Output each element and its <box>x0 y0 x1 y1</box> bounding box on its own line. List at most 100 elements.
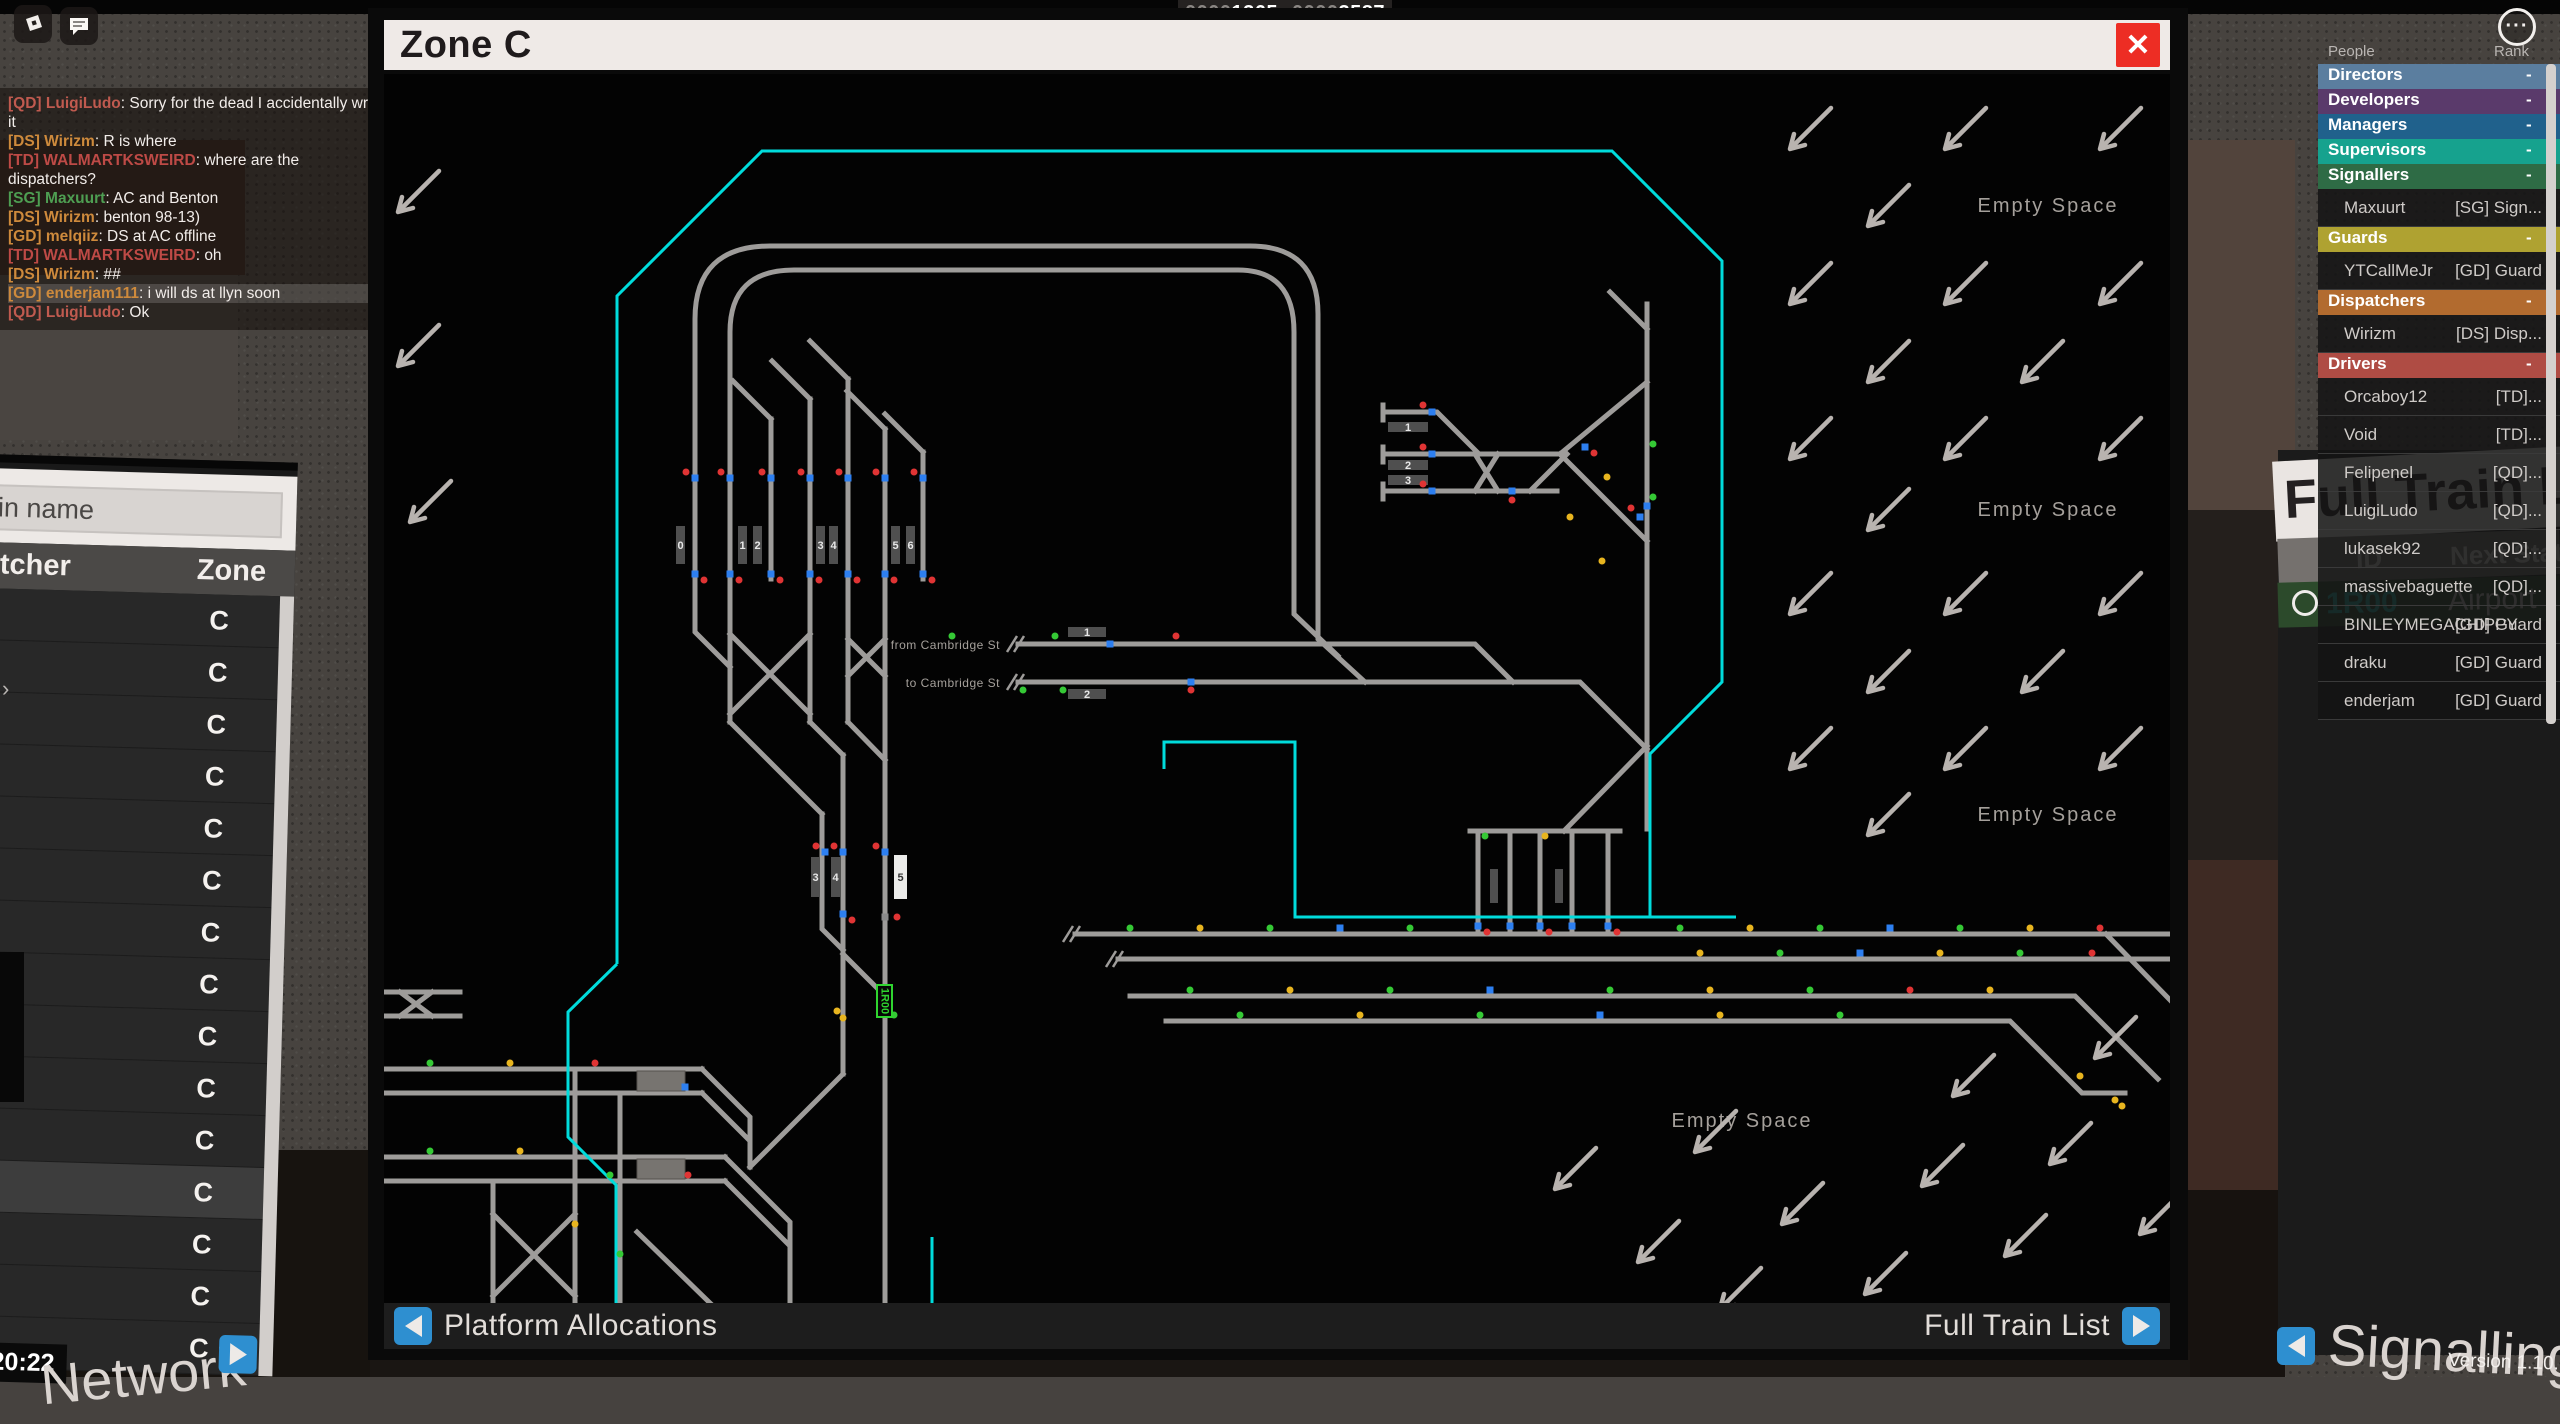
signal-yellow[interactable] <box>834 1008 841 1015</box>
dispatcher-zone-row[interactable]: C <box>0 742 276 804</box>
full-train-list-button[interactable] <box>2122 1307 2160 1345</box>
player-category-row[interactable]: Signallers- <box>2318 164 2560 189</box>
signal-red[interactable] <box>836 469 843 476</box>
signal-yellow[interactable] <box>1604 474 1611 481</box>
signal-red[interactable] <box>1188 687 1195 694</box>
dispatcher-zone-row[interactable]: C <box>0 1002 268 1064</box>
berth-marker[interactable] <box>807 571 814 578</box>
berth-marker[interactable] <box>1887 925 1894 932</box>
track-diagram-canvas[interactable]: 0123456345123121R00Empty SpaceEmpty Spac… <box>384 74 2170 1303</box>
berth-marker[interactable] <box>920 571 927 578</box>
berth-marker[interactable] <box>692 571 699 578</box>
berth-marker[interactable] <box>882 475 889 482</box>
chat-log[interactable]: [QD] LuigiLudo: Sorry for the dead I acc… <box>0 88 398 330</box>
player-row[interactable]: BINLEYMEGACHIPPY[GD] Guard <box>2318 606 2560 644</box>
player-row[interactable]: Orcaboy12[TD]... <box>2318 378 2560 416</box>
signal-red[interactable] <box>683 469 690 476</box>
platform[interactable] <box>1490 869 1498 903</box>
berth-marker[interactable] <box>727 475 734 482</box>
berth-marker[interactable] <box>768 475 775 482</box>
berth-marker[interactable] <box>768 571 775 578</box>
signal-yellow[interactable] <box>507 1060 514 1067</box>
signal-green[interactable] <box>1777 950 1784 957</box>
signal-yellow[interactable] <box>572 1221 579 1228</box>
collapsed-chevron-icon[interactable]: › <box>2 676 9 702</box>
signal-yellow[interactable] <box>1567 514 1574 521</box>
dispatcher-zone-row[interactable]: C <box>0 1158 264 1220</box>
player-row[interactable]: LuigiLudo[QD]... <box>2318 492 2560 530</box>
dispatcher-zone-row[interactable]: C <box>0 950 270 1012</box>
signalling-back-button[interactable] <box>2277 1327 2315 1365</box>
signal-red[interactable] <box>736 577 743 584</box>
player-row[interactable]: enderjam[GD] Guard <box>2318 682 2560 720</box>
close-button[interactable]: ✕ <box>2116 23 2160 67</box>
berth-marker[interactable] <box>1569 923 1576 930</box>
signal-yellow[interactable] <box>2077 1073 2084 1080</box>
berth-marker[interactable] <box>822 849 829 856</box>
berth-marker[interactable] <box>1337 925 1344 932</box>
signal-green[interactable] <box>617 1251 624 1258</box>
signal-red[interactable] <box>592 1060 599 1067</box>
dispatcher-zone-row[interactable]: C <box>0 586 280 648</box>
signal-yellow[interactable] <box>1697 950 1704 957</box>
signal-yellow[interactable] <box>2112 1097 2119 1104</box>
chat-toggle-button[interactable] <box>60 7 98 45</box>
signal-red[interactable] <box>831 843 838 850</box>
signal-green[interactable] <box>1020 687 1027 694</box>
signal-green[interactable] <box>1807 987 1814 994</box>
player-list[interactable]: People Rank Directors-Developers-Manager… <box>2318 40 2560 732</box>
platform[interactable] <box>637 1159 685 1179</box>
dispatcher-zone-row[interactable]: C <box>0 638 279 700</box>
more-options-icon[interactable]: ··· <box>2498 8 2536 46</box>
signal-green[interactable] <box>1127 925 1134 932</box>
signal-green[interactable] <box>1817 925 1824 932</box>
signal-yellow[interactable] <box>1987 987 1994 994</box>
signal-red[interactable] <box>911 469 918 476</box>
player-category-row[interactable]: Supervisors- <box>2318 139 2560 164</box>
berth-marker[interactable] <box>840 849 847 856</box>
signal-green[interactable] <box>1607 987 1614 994</box>
berth-marker[interactable] <box>1605 923 1612 930</box>
signal-green[interactable] <box>427 1148 434 1155</box>
signal-green[interactable] <box>1387 987 1394 994</box>
dispatcher-zone-row[interactable]: C <box>0 1054 267 1116</box>
berth-marker[interactable] <box>845 475 852 482</box>
berth-marker[interactable] <box>1857 950 1864 957</box>
berth-marker[interactable] <box>840 911 847 918</box>
signal-red[interactable] <box>1614 929 1621 936</box>
signal-red[interactable] <box>816 577 823 584</box>
signal-red[interactable] <box>718 469 725 476</box>
signal-red[interactable] <box>685 1172 692 1179</box>
berth-marker[interactable] <box>1429 488 1436 495</box>
berth-marker[interactable] <box>920 475 927 482</box>
player-row[interactable]: draku[GD] Guard <box>2318 644 2560 682</box>
signal-red[interactable] <box>1173 633 1180 640</box>
signal-red[interactable] <box>894 914 901 921</box>
dispatcher-zone-row[interactable]: C <box>0 846 273 908</box>
signal-red[interactable] <box>813 843 820 850</box>
player-row[interactable]: lukasek92[QD]... <box>2318 530 2560 568</box>
signal-yellow[interactable] <box>1717 1012 1724 1019</box>
signal-green[interactable] <box>1677 925 1684 932</box>
player-category-row[interactable]: Directors- <box>2318 64 2560 89</box>
signal-green[interactable] <box>1837 1012 1844 1019</box>
signal-red[interactable] <box>873 843 880 850</box>
berth-marker[interactable] <box>1582 444 1589 451</box>
signal-red[interactable] <box>1509 497 1516 504</box>
signal-green[interactable] <box>1650 494 1657 501</box>
player-category-row[interactable]: Drivers- <box>2318 353 2560 378</box>
signal-green[interactable] <box>1187 987 1194 994</box>
signal-green[interactable] <box>1477 1012 1484 1019</box>
berth-marker[interactable] <box>1637 514 1644 521</box>
berth-marker[interactable] <box>1188 679 1195 686</box>
signal-red[interactable] <box>777 577 784 584</box>
player-list-scrollbar[interactable] <box>2546 64 2556 724</box>
player-category-row[interactable]: Dispatchers- <box>2318 290 2560 315</box>
berth-marker[interactable] <box>1507 923 1514 930</box>
player-category-row[interactable]: Managers- <box>2318 114 2560 139</box>
signal-yellow[interactable] <box>1599 558 1606 565</box>
berth-marker[interactable] <box>1487 987 1494 994</box>
signal-yellow[interactable] <box>1747 925 1754 932</box>
signal-yellow[interactable] <box>517 1148 524 1155</box>
platform-allocations-button[interactable] <box>394 1307 432 1345</box>
